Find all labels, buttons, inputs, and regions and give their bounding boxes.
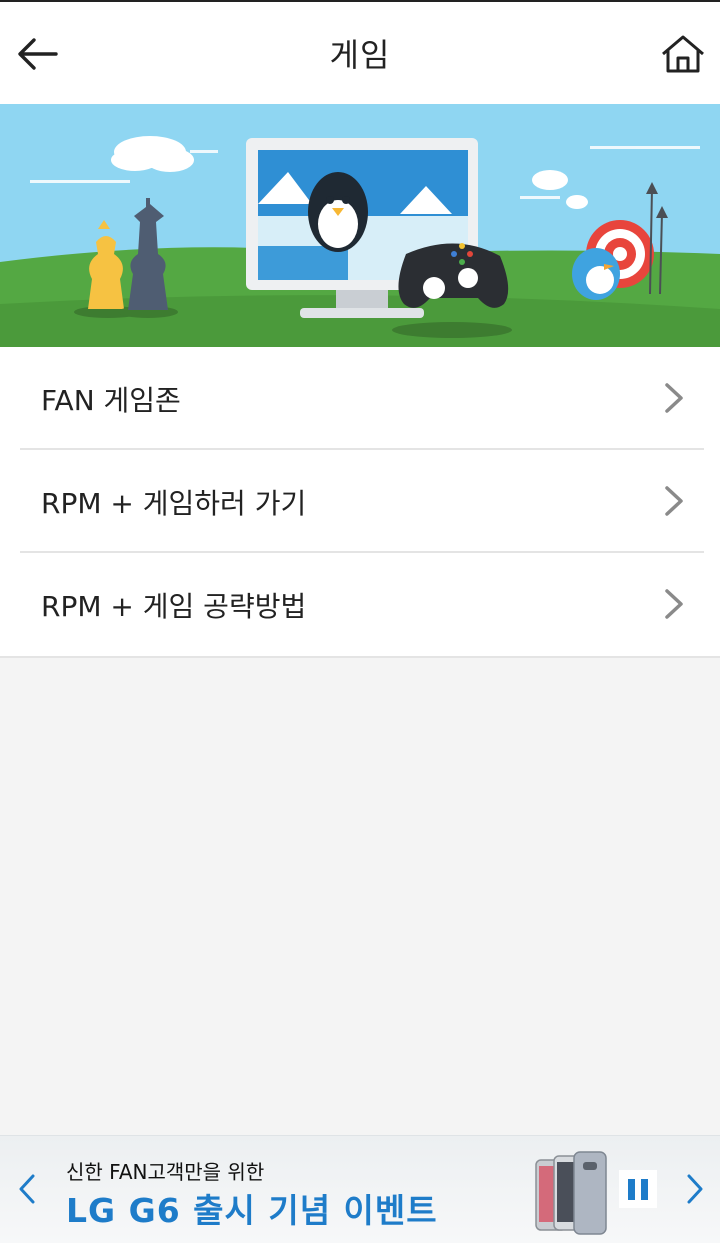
chevron-right-icon[interactable]	[684, 1173, 706, 1205]
ad-subtitle: 신한 FAN고객만을 위한	[66, 1160, 265, 1184]
page-title: 게임	[329, 36, 391, 74]
chevron-right-icon	[665, 589, 683, 619]
game-menu-list: FAN 게임존 RPM + 게임하러 가기 RPM + 게임 공략방법	[0, 347, 720, 658]
pause-bar-right	[641, 1179, 648, 1200]
game-banner-illustration	[0, 104, 720, 347]
chevron-right-icon	[665, 486, 683, 516]
pause-button[interactable]	[619, 1170, 657, 1208]
pause-bar-left	[628, 1179, 635, 1200]
menu-item-fan-gamezone[interactable]: FAN 게임존	[20, 347, 704, 450]
menu-item-label: RPM + 게임하러 가기	[41, 487, 307, 520]
chevron-left-icon[interactable]	[16, 1173, 38, 1205]
home-icon[interactable]	[660, 34, 706, 74]
menu-item-rpm-guide[interactable]: RPM + 게임 공략방법	[20, 553, 704, 656]
menu-item-label: RPM + 게임 공략방법	[41, 590, 307, 623]
ad-headline: LG G6 출시 기념 이벤트	[66, 1191, 438, 1230]
menu-item-rpm-play[interactable]: RPM + 게임하러 가기	[20, 450, 704, 553]
ad-banner[interactable]: 신한 FAN고객만을 위한 LG G6 출시 기념 이벤트	[0, 1135, 720, 1243]
menu-item-label: FAN 게임존	[41, 384, 181, 417]
phone-product-image	[535, 1151, 607, 1235]
app-header: 게임	[0, 0, 720, 104]
chevron-right-icon	[665, 383, 683, 413]
